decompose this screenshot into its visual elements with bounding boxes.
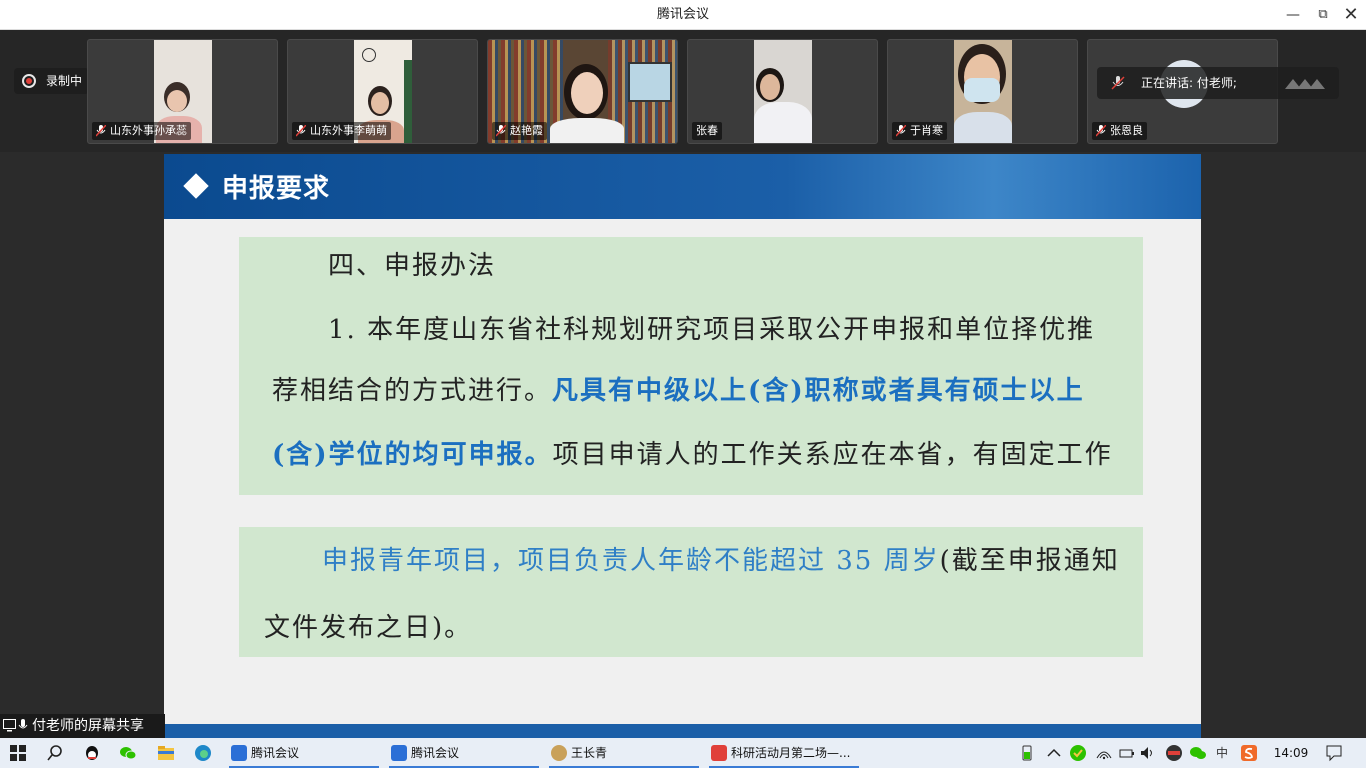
recording-indicator[interactable]: 录制中	[14, 68, 89, 94]
taskbar: 腾讯会议 腾讯会议 王长青 科研活动月第二场—... 中 14:09	[0, 738, 1366, 768]
participant-tile[interactable]: 山东外事李萌萌	[287, 39, 478, 144]
taskbar-app-wps[interactable]: 科研活动月第二场—...	[709, 738, 859, 768]
background-object	[404, 60, 412, 143]
participant-tile[interactable]: 张春	[687, 39, 878, 144]
participant-name: 张春	[692, 122, 722, 140]
tencent-meeting-icon	[391, 745, 407, 761]
text-line: (含)学位的均可申报。项目申请人的工作关系应在本省，有固定工作	[272, 440, 1113, 470]
chevron-up-icon[interactable]	[1045, 744, 1063, 762]
participant-strip: 录制中 山东外事孙承蕊 山东外事李萌萌 赵艳霞 张春 于肖寒 张恩良 正在讲话:…	[0, 30, 1366, 152]
person-face	[760, 74, 780, 100]
text-line: 申报青年项目，项目负责人年龄不能超过 35 周岁(截至申报通知	[322, 546, 1120, 576]
mic-muted-icon	[896, 125, 906, 137]
screen-share-icon	[3, 719, 16, 732]
section-title: 四、申报办法	[328, 251, 497, 281]
wifi-icon[interactable]	[1095, 744, 1113, 762]
windows-start-icon[interactable]	[9, 744, 27, 762]
participant-video	[954, 40, 1012, 143]
participant-tile[interactable]: 于肖寒	[887, 39, 1078, 144]
face-mask	[964, 78, 1000, 102]
notifications-icon[interactable]	[1325, 744, 1343, 762]
screen-share-label: 付老师的屏幕共享	[0, 714, 165, 738]
speaking-label: 正在讲话: 付老师;	[1141, 76, 1237, 90]
recording-label: 录制中	[46, 74, 83, 88]
speaking-indicator: 正在讲话: 付老师;	[1097, 67, 1339, 99]
mic-muted-icon	[496, 125, 506, 137]
slide-header: 申报要求	[164, 154, 1201, 219]
person-body	[754, 102, 812, 143]
close-button[interactable]: ✕	[1334, 0, 1366, 30]
participant-name: 张恩良	[1092, 122, 1147, 140]
taskbar-app-contact[interactable]: 王长青	[549, 738, 699, 768]
mic-muted-icon	[1096, 125, 1106, 137]
speaker-icon[interactable]	[1139, 744, 1157, 762]
minimize-button[interactable]: —	[1276, 0, 1310, 30]
participant-name: 山东外事孙承蕊	[92, 122, 191, 140]
participant-name: 赵艳霞	[492, 122, 547, 140]
wechat-tray-icon[interactable]	[1189, 744, 1207, 762]
wall-clock	[362, 48, 376, 62]
tencent-meeting-logo-icon	[1285, 79, 1325, 89]
edge-browser-icon[interactable]	[194, 744, 212, 762]
text-line: 1. 本年度山东省社科规划研究项目采取公开申报和单位择优推	[328, 315, 1096, 345]
record-icon	[22, 74, 36, 88]
qq-icon[interactable]	[83, 744, 101, 762]
mic-muted-icon	[1111, 76, 1125, 90]
person-face	[167, 90, 187, 112]
shared-slide: 申报要求 四、申报办法 1. 本年度山东省社科规划研究项目采取公开申报和单位择优…	[164, 154, 1201, 738]
mic-muted-icon	[296, 125, 306, 137]
wps-icon	[711, 745, 727, 761]
security-icon[interactable]	[1069, 744, 1087, 762]
file-explorer-icon[interactable]	[157, 744, 175, 762]
participant-video	[754, 40, 812, 143]
person-body	[550, 118, 624, 143]
person-face	[571, 72, 603, 114]
title-bar: 腾讯会议 — ⧉ ✕	[0, 0, 1366, 30]
participant-name: 于肖寒	[892, 122, 947, 140]
participant-tile[interactable]: 赵艳霞	[487, 39, 678, 144]
network-app-icon[interactable]	[1165, 744, 1183, 762]
diamond-bullet-icon	[183, 173, 209, 199]
window-title: 腾讯会议	[656, 7, 709, 22]
person-body	[954, 112, 1012, 143]
taskbar-app-tencent-meeting[interactable]: 腾讯会议	[389, 738, 539, 768]
wechat-icon[interactable]	[119, 744, 137, 762]
mic-icon	[18, 719, 28, 729]
tencent-meeting-icon	[231, 745, 247, 761]
wall-screen	[628, 62, 672, 102]
power-plug-icon[interactable]	[1117, 744, 1135, 762]
search-icon[interactable]	[46, 744, 64, 762]
text-line: 文件发布之日)。	[264, 613, 473, 643]
person-face	[371, 92, 389, 114]
battery-icon[interactable]	[1018, 744, 1036, 762]
participant-tile[interactable]: 山东外事孙承蕊	[87, 39, 278, 144]
participant-name: 山东外事李萌萌	[292, 122, 391, 140]
slide-footer	[164, 724, 1201, 738]
sogou-input-icon[interactable]	[1240, 744, 1258, 762]
text-line: 荐相结合的方式进行。凡具有中级以上(含)职称或者具有硕士以上	[272, 376, 1085, 406]
ime-indicator[interactable]: 中	[1214, 738, 1230, 768]
taskbar-app-tencent-meeting[interactable]: 腾讯会议	[229, 738, 379, 768]
clock[interactable]: 14:09	[1266, 738, 1316, 768]
contact-avatar-icon	[551, 745, 567, 761]
slide-title: 申报要求	[222, 174, 331, 204]
mic-muted-icon	[96, 125, 106, 137]
